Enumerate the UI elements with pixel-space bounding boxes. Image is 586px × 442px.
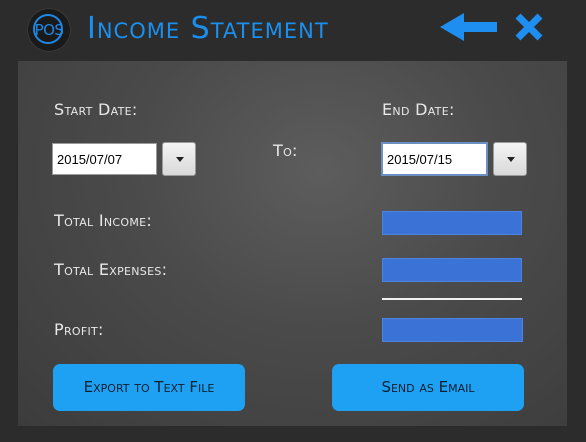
chevron-down-icon: [176, 157, 184, 162]
close-x-icon: [515, 13, 543, 41]
export-text-file-button[interactable]: Export to Text File: [53, 364, 245, 411]
total-expenses-field: [382, 258, 522, 282]
end-date-label: End Date:: [382, 100, 455, 119]
start-date-dropdown-button[interactable]: [162, 142, 196, 176]
profit-field: [382, 318, 523, 342]
left-arrow-icon: [440, 13, 497, 41]
title-bar: POS Income Statement: [0, 0, 586, 60]
profit-label: Profit:: [54, 320, 104, 339]
total-expenses-label: Total Expenses:: [54, 260, 168, 279]
chevron-down-icon: [507, 157, 515, 162]
to-label: To:: [273, 141, 298, 160]
pos-logo: POS: [27, 8, 71, 52]
back-button[interactable]: [440, 12, 498, 42]
end-date-input[interactable]: [381, 142, 488, 176]
close-button[interactable]: [514, 12, 544, 42]
total-income-field: [382, 211, 522, 235]
start-date-input[interactable]: [52, 143, 157, 175]
page-title: Income Statement: [87, 11, 329, 46]
start-date-label: Start Date:: [54, 100, 138, 119]
sum-divider: [382, 298, 522, 300]
total-income-label: Total Income:: [54, 211, 153, 230]
end-date-dropdown-button[interactable]: [493, 142, 527, 176]
send-email-button[interactable]: Send as Email: [332, 364, 524, 411]
logo-text: POS: [34, 21, 64, 39]
